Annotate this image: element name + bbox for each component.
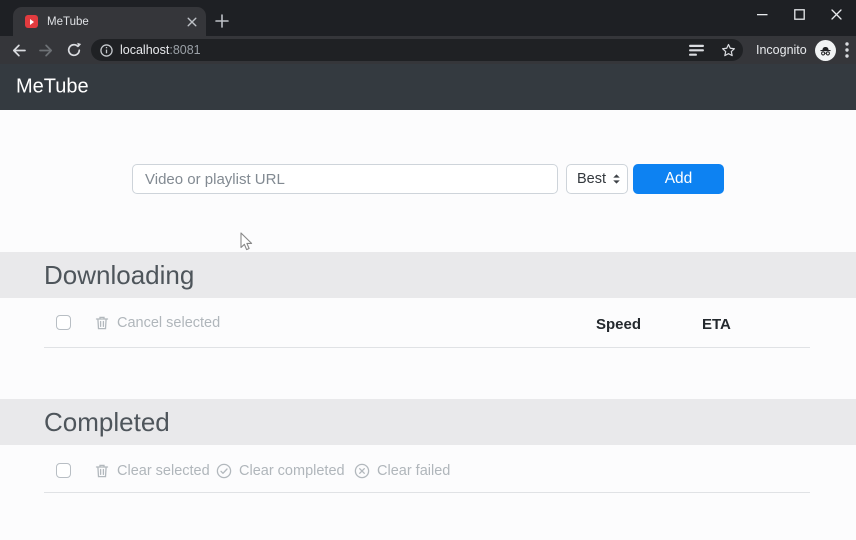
tab-close-icon[interactable] (187, 17, 197, 27)
completed-select-all-checkbox[interactable] (56, 463, 71, 478)
bookmark-star-icon[interactable] (721, 43, 736, 58)
metube-favicon-icon (25, 15, 38, 28)
new-tab-icon[interactable] (215, 14, 229, 28)
browser-toolbar: localhost:8081 Incognito (0, 36, 856, 64)
tab-title: MeTube (47, 15, 89, 28)
back-icon[interactable] (10, 42, 27, 59)
site-info-icon[interactable] (100, 43, 113, 57)
clear-selected-label: Clear selected (117, 463, 210, 479)
x-circle-icon (354, 463, 370, 479)
column-header-eta: ETA (702, 316, 731, 333)
trash-icon (95, 316, 109, 330)
window-controls (744, 0, 855, 28)
maximize-icon[interactable] (781, 0, 818, 28)
browser-window: MeTube localhost:8081 Incognito MeTube V… (0, 0, 856, 540)
add-url-form: Best Add (132, 164, 724, 194)
reload-icon[interactable] (65, 42, 82, 59)
completed-section-header: Completed (0, 399, 856, 445)
reading-list-icon[interactable] (689, 44, 704, 57)
column-header-speed: Speed (596, 316, 642, 333)
browser-menu-icon[interactable] (845, 42, 849, 58)
trash-icon (95, 464, 109, 478)
add-button[interactable]: Add (633, 164, 724, 194)
clear-selected-button[interactable]: Clear selected (94, 463, 210, 479)
clear-failed-label: Clear failed (377, 463, 451, 479)
close-icon[interactable] (818, 0, 855, 28)
app-brand[interactable]: MeTube (16, 76, 89, 99)
forward-icon[interactable] (38, 42, 55, 59)
app-navbar: MeTube (0, 64, 856, 110)
minimize-icon[interactable] (744, 0, 781, 28)
url-text[interactable]: localhost:8081 (120, 43, 201, 57)
clear-completed-button[interactable]: Clear completed (216, 463, 345, 479)
clear-failed-button[interactable]: Clear failed (354, 463, 450, 479)
incognito-avatar-icon[interactable] (814, 39, 836, 61)
downloading-divider (44, 347, 810, 348)
completed-actions-row: Clear selected Clear completed Clear fai… (0, 463, 856, 481)
cancel-selected-label: Cancel selected (117, 315, 221, 331)
tab-strip: MeTube (0, 0, 856, 36)
downloading-select-all-checkbox[interactable] (56, 315, 71, 330)
url-port: :8081 (169, 43, 201, 57)
quality-value: Best (577, 171, 607, 187)
downloading-section-header: Downloading (0, 252, 856, 298)
cancel-selected-button[interactable]: Cancel selected (94, 315, 220, 331)
completed-divider (44, 492, 810, 493)
browser-tab-metube[interactable]: MeTube (13, 7, 206, 36)
quality-select[interactable]: Best (566, 164, 628, 194)
select-caret-icon (613, 174, 620, 184)
clear-completed-label: Clear completed (239, 463, 345, 479)
downloading-actions-row: Cancel selected Speed ETA (0, 315, 856, 333)
url-host: localhost (120, 43, 170, 57)
completed-title: Completed (44, 407, 170, 437)
incognito-label: Incognito (756, 43, 807, 57)
check-circle-icon (216, 463, 232, 479)
address-bar[interactable]: localhost:8081 (91, 39, 743, 61)
downloading-title: Downloading (44, 260, 195, 290)
url-input[interactable] (132, 164, 558, 194)
